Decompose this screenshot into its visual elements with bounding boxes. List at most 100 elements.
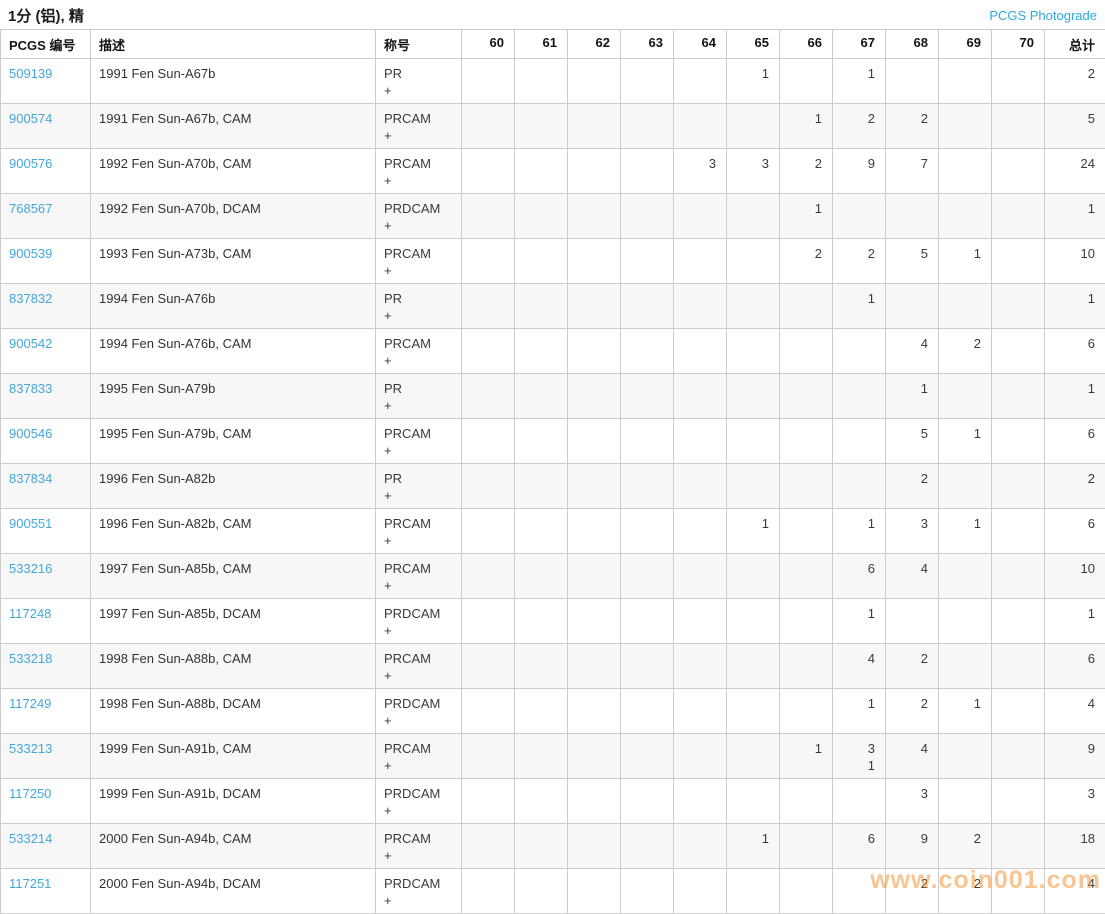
designation-cell: PR+ — [376, 464, 462, 509]
grade-65-cell — [727, 374, 780, 419]
pcgs-number-link[interactable]: 900551 — [9, 516, 52, 531]
pcgs-number-link[interactable]: 900542 — [9, 336, 52, 351]
pcgs-number-link[interactable]: 117248 — [9, 606, 51, 621]
designation-cell: PRDCAM+ — [376, 779, 462, 824]
pcgs-photograde-link[interactable]: PCGS Photograde — [989, 8, 1097, 23]
grade-65-cell — [727, 554, 780, 599]
description-cell: 1994 Fen Sun-A76b, CAM — [91, 329, 376, 374]
grade-63-cell — [621, 509, 674, 554]
table-row: 9005741991 Fen Sun-A67b, CAMPRCAM+1225 — [1, 104, 1105, 149]
grade-65-cell — [727, 689, 780, 734]
grade-64-cell — [674, 554, 727, 599]
grade-64-cell — [674, 824, 727, 869]
grade-61-cell — [515, 644, 568, 689]
pcgs-number-link[interactable]: 900576 — [9, 156, 52, 171]
grade-67-cell: 2 — [833, 104, 886, 149]
grade-63-cell — [621, 689, 674, 734]
pcgs-number-cell: 533214 — [1, 824, 91, 869]
grade-63-cell — [621, 284, 674, 329]
grade-63-cell — [621, 464, 674, 509]
grade-66-cell — [780, 644, 833, 689]
grade-62-cell — [568, 419, 621, 464]
pcgs-number-link[interactable]: 533216 — [9, 561, 52, 576]
pcgs-number-link[interactable]: 837834 — [9, 471, 52, 486]
grade-60-cell — [462, 419, 515, 464]
pcgs-number-link[interactable]: 533218 — [9, 651, 52, 666]
pcgs-number-cell: 837833 — [1, 374, 91, 419]
grade-69-cell: 2 — [939, 869, 992, 914]
grade-63-cell — [621, 329, 674, 374]
grade-70-cell — [992, 374, 1045, 419]
grade-60-cell — [462, 149, 515, 194]
grade-64-cell — [674, 869, 727, 914]
total-cell: 6 — [1045, 329, 1105, 374]
grade-61-cell — [515, 689, 568, 734]
grade-64-cell — [674, 464, 727, 509]
grade-64-cell — [674, 104, 727, 149]
grade-68-cell: 5 — [886, 419, 939, 464]
pcgs-number-link[interactable]: 117249 — [9, 696, 51, 711]
pcgs-number-link[interactable]: 837832 — [9, 291, 52, 306]
designation-cell: PR+ — [376, 59, 462, 104]
grade-65-cell — [727, 239, 780, 284]
table-row: 5332181998 Fen Sun-A88b, CAMPRCAM+426 — [1, 644, 1105, 689]
grade-68-cell: 2 — [886, 464, 939, 509]
grade-64-cell — [674, 284, 727, 329]
grade-69-cell — [939, 194, 992, 239]
column-header-designation: 称号 — [376, 30, 462, 59]
grade-60-cell — [462, 329, 515, 374]
grade-70-cell — [992, 779, 1045, 824]
designation-cell: PRDCAM+ — [376, 599, 462, 644]
column-header-64: 64 — [674, 30, 727, 59]
grade-61-cell — [515, 59, 568, 104]
grade-70-cell — [992, 464, 1045, 509]
pcgs-number-link[interactable]: 117251 — [9, 876, 51, 891]
grade-67-cell: 6 — [833, 824, 886, 869]
grade-69-cell — [939, 644, 992, 689]
grade-70-cell — [992, 149, 1045, 194]
grade-66-cell — [780, 554, 833, 599]
grade-66-cell — [780, 59, 833, 104]
designation-cell: PRCAM+ — [376, 329, 462, 374]
pcgs-number-link[interactable]: 900546 — [9, 426, 52, 441]
designation-cell: PRCAM+ — [376, 644, 462, 689]
pcgs-number-link[interactable]: 533213 — [9, 741, 52, 756]
population-table: PCGS 编号描述称号6061626364656667686970总计 5091… — [0, 29, 1105, 914]
description-cell: 1991 Fen Sun-A67b — [91, 59, 376, 104]
pcgs-number-link[interactable]: 900539 — [9, 246, 52, 261]
grade-65-cell: 1 — [727, 59, 780, 104]
pcgs-number-link[interactable]: 533214 — [9, 831, 52, 846]
grade-65-cell — [727, 194, 780, 239]
grade-70-cell — [992, 59, 1045, 104]
pcgs-number-link[interactable]: 768567 — [9, 201, 52, 216]
grade-63-cell — [621, 869, 674, 914]
grade-60-cell — [462, 464, 515, 509]
pcgs-number-cell: 533213 — [1, 734, 91, 779]
grade-66-cell — [780, 869, 833, 914]
table-row: 7685671992 Fen Sun-A70b, DCAMPRDCAM+11 — [1, 194, 1105, 239]
pcgs-number-cell: 533216 — [1, 554, 91, 599]
grade-60-cell — [462, 194, 515, 239]
total-cell: 3 — [1045, 779, 1105, 824]
table-row: 1172501999 Fen Sun-A91b, DCAMPRDCAM+33 — [1, 779, 1105, 824]
designation-cell: PRDCAM+ — [376, 689, 462, 734]
grade-67-cell: 2 — [833, 239, 886, 284]
pcgs-number-link[interactable]: 117250 — [9, 786, 51, 801]
designation-cell: PRCAM+ — [376, 509, 462, 554]
table-row: 1172491998 Fen Sun-A88b, DCAMPRDCAM+1214 — [1, 689, 1105, 734]
grade-69-cell: 1 — [939, 509, 992, 554]
pcgs-number-link[interactable]: 900574 — [9, 111, 52, 126]
description-cell: 1996 Fen Sun-A82b, CAM — [91, 509, 376, 554]
pcgs-number-link[interactable]: 509139 — [9, 66, 52, 81]
column-header-69: 69 — [939, 30, 992, 59]
table-header: PCGS 编号描述称号6061626364656667686970总计 — [1, 30, 1105, 59]
grade-66-cell — [780, 464, 833, 509]
grade-62-cell — [568, 374, 621, 419]
description-cell: 1991 Fen Sun-A67b, CAM — [91, 104, 376, 149]
pcgs-number-cell: 900551 — [1, 509, 91, 554]
column-header-70: 70 — [992, 30, 1045, 59]
pcgs-number-cell: 900546 — [1, 419, 91, 464]
grade-67-cell: 6 — [833, 554, 886, 599]
total-cell: 24 — [1045, 149, 1105, 194]
pcgs-number-link[interactable]: 837833 — [9, 381, 52, 396]
